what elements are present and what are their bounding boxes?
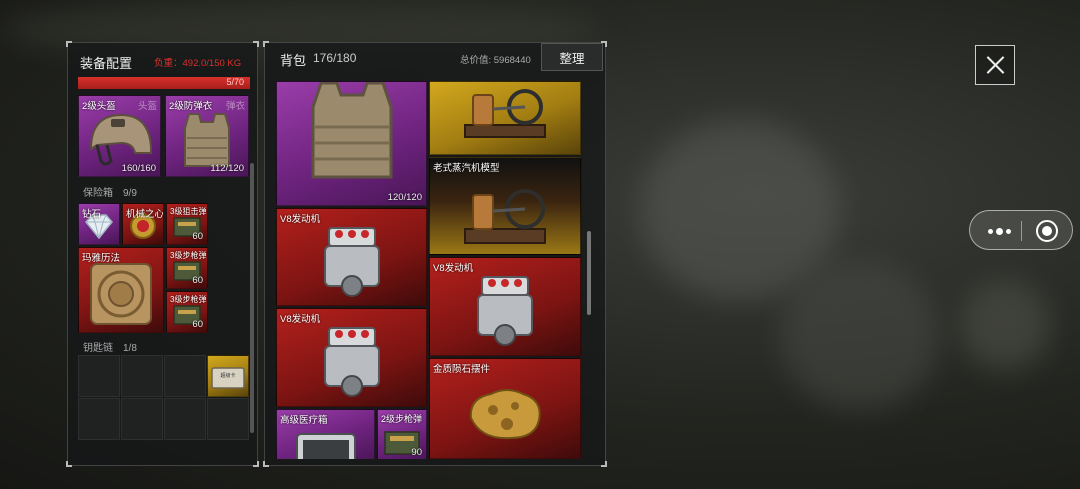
gold-meteorite-icon: [469, 389, 541, 440]
keychain-count: 1/8: [123, 343, 137, 354]
background-blur: [640, 120, 840, 300]
keychain-slot[interactable]: [78, 398, 120, 440]
load-bar: 5/70: [78, 77, 250, 89]
item-name: 金质陨石摆件: [433, 364, 491, 375]
safebox-item[interactable]: 玛雅历法: [78, 247, 164, 333]
item-name: 老式蒸汽机模型: [433, 163, 500, 174]
backpack-grid: 120/120 老式蒸汽机模型 V8发动机 V8发动机 V8发动机 金质陨石摆件…: [275, 81, 582, 459]
steam-engine-icon: [464, 188, 546, 244]
equipment-header: 装备配置 负重：492.0/150 KG: [68, 43, 257, 77]
armor-name: 2级防弹衣: [169, 101, 213, 112]
item-durability: 120/120: [387, 192, 422, 203]
v8-engine-icon: [323, 327, 380, 398]
backpack-count: 176/180: [313, 51, 357, 65]
item-name: V8发动机: [433, 263, 474, 274]
backpack-item[interactable]: 2级步枪弹 90: [377, 409, 427, 459]
medical-kit-icon: [295, 433, 356, 459]
keychain-slot[interactable]: [121, 398, 163, 440]
safebox-label: 保险箱 9/9: [83, 188, 137, 199]
helmet-durability: 160/160: [121, 163, 156, 174]
keychain-item[interactable]: 超级卡: [207, 355, 249, 397]
keychain-slot[interactable]: [164, 398, 206, 440]
load-weight: 负重：492.0/150 KG: [154, 58, 242, 69]
safebox-item[interactable]: 3级步枪弹 60: [166, 291, 208, 333]
backpack-item[interactable]: V8发动机: [276, 208, 427, 306]
keychain-slot[interactable]: [207, 398, 249, 440]
safebox-item[interactable]: 3级狙击弹 60: [166, 203, 208, 245]
backpack-scrollbar[interactable]: [587, 231, 591, 315]
helmet-name: 2级头盔: [82, 101, 116, 112]
item-name: 高级医疗箱: [280, 415, 328, 426]
backpack-item[interactable]: 金质陨石摆件: [429, 358, 581, 459]
v8-engine-icon: [323, 226, 380, 297]
more-icon[interactable]: [978, 211, 1021, 251]
backpack-item[interactable]: [429, 81, 581, 155]
item-name: 2级步枪弹: [381, 414, 423, 424]
keycard-icon: 超级卡: [211, 367, 245, 389]
exit-target-icon[interactable]: [1036, 220, 1058, 242]
keychain-slot[interactable]: [164, 355, 206, 397]
total-value: 总价值: 5968440: [460, 55, 531, 66]
armor-slot[interactable]: 2级防弹衣 弹衣 112/120: [165, 95, 249, 177]
equipment-title: 装备配置: [80, 56, 133, 71]
backpack-item[interactable]: V8发动机: [429, 257, 581, 356]
steam-engine-icon: [464, 89, 546, 139]
helmet-icon: [89, 113, 152, 166]
background-blur: [960, 280, 1050, 370]
background-blur: [780, 260, 940, 410]
safebox-item[interactable]: 钻石: [78, 203, 120, 245]
backpack-title: 背包: [280, 53, 307, 68]
close-button[interactable]: [975, 45, 1015, 85]
v8-engine-icon: [477, 276, 533, 347]
keychain-slot[interactable]: [121, 355, 163, 397]
item-quantity: 90: [411, 447, 422, 458]
capsule-divider: [1021, 221, 1022, 241]
safebox-item[interactable]: 3级步枪弹 60: [166, 247, 208, 289]
armor-durability: 112/120: [210, 163, 244, 174]
backpack-item[interactable]: V8发动机: [276, 308, 427, 407]
armor-vest-icon: [311, 82, 392, 179]
item-name: V8发动机: [280, 314, 321, 325]
helmet-slot[interactable]: 2级头盔 头盔 160/160: [78, 95, 161, 177]
backpack-item[interactable]: 120/120: [276, 81, 427, 206]
sort-button[interactable]: 整理: [541, 43, 603, 71]
equipment-scrollbar[interactable]: [250, 163, 254, 433]
maya-calendar-icon: [90, 263, 152, 326]
backpack-panel: 背包 176/180 总价值: 5968440 整理 120/120 老式蒸汽机…: [263, 41, 607, 467]
backpack-item[interactable]: 高级医疗箱: [276, 409, 375, 459]
item-name: V8发动机: [280, 214, 321, 225]
load-bar-text: 5/70: [226, 77, 244, 87]
mini-program-capsule: [969, 210, 1073, 250]
safebox-count: 9/9: [123, 188, 137, 199]
backpack-item[interactable]: 老式蒸汽机模型: [429, 157, 581, 255]
keychain-slot[interactable]: [78, 355, 120, 397]
safebox-item[interactable]: 机械之心: [122, 203, 164, 245]
keychain-label: 钥匙链 1/8: [83, 343, 137, 354]
keycard-text: 超级卡: [220, 372, 235, 379]
equipment-panel: 装备配置 负重：492.0/150 KG 5/70 2级头盔 头盔 160/16…: [66, 41, 259, 467]
